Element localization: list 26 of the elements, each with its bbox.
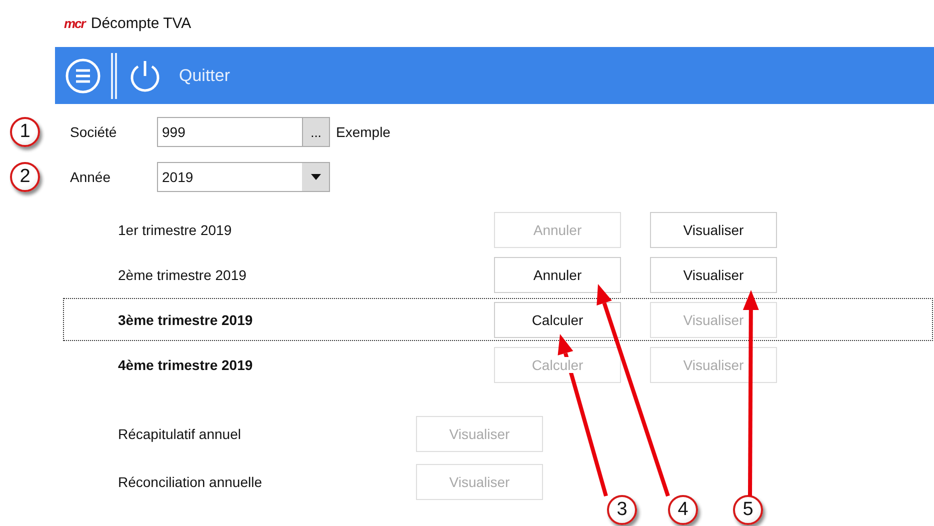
quarter-label: 4ème trimestre 2019 bbox=[118, 356, 254, 372]
callout-number: 4 bbox=[668, 495, 698, 525]
company-name: Exemple bbox=[336, 124, 390, 140]
callout-number: 2 bbox=[10, 162, 40, 192]
lookup-field[interactable]: 999 ... bbox=[157, 117, 330, 147]
caret-icon bbox=[310, 174, 320, 180]
report-label: Récapitulatif annuel bbox=[118, 426, 242, 442]
quarter-row[interactable]: 2ème trimestre 2019 Annuler Visualiser bbox=[0, 252, 934, 297]
report-label: Réconciliation annuelle bbox=[118, 474, 263, 490]
quarter-label: 2ème trimestre 2019 bbox=[118, 266, 248, 282]
action-button[interactable]: Annuler bbox=[494, 256, 621, 292]
callout-number: 1 bbox=[10, 117, 40, 147]
window-title: Décompte TVA bbox=[90, 15, 192, 32]
browse-button[interactable]: ... bbox=[302, 118, 329, 146]
callout-number: 5 bbox=[733, 495, 763, 525]
field-label: Société bbox=[70, 124, 118, 140]
quarter-label: 1er trimestre 2019 bbox=[118, 222, 233, 238]
logo: mcr bbox=[64, 16, 85, 31]
field-label: Année bbox=[70, 169, 112, 185]
action-button[interactable]: Visualiser bbox=[650, 256, 777, 292]
action-button[interactable]: Visualiser bbox=[650, 212, 777, 248]
callout-number: 3 bbox=[607, 495, 637, 525]
quarter-label: 3ème trimestre 2019 bbox=[118, 312, 254, 328]
action-button[interactable]: Calculer bbox=[494, 302, 621, 338]
menu-icon[interactable] bbox=[65, 58, 101, 94]
year-dropdown[interactable]: 2019 bbox=[157, 162, 330, 192]
